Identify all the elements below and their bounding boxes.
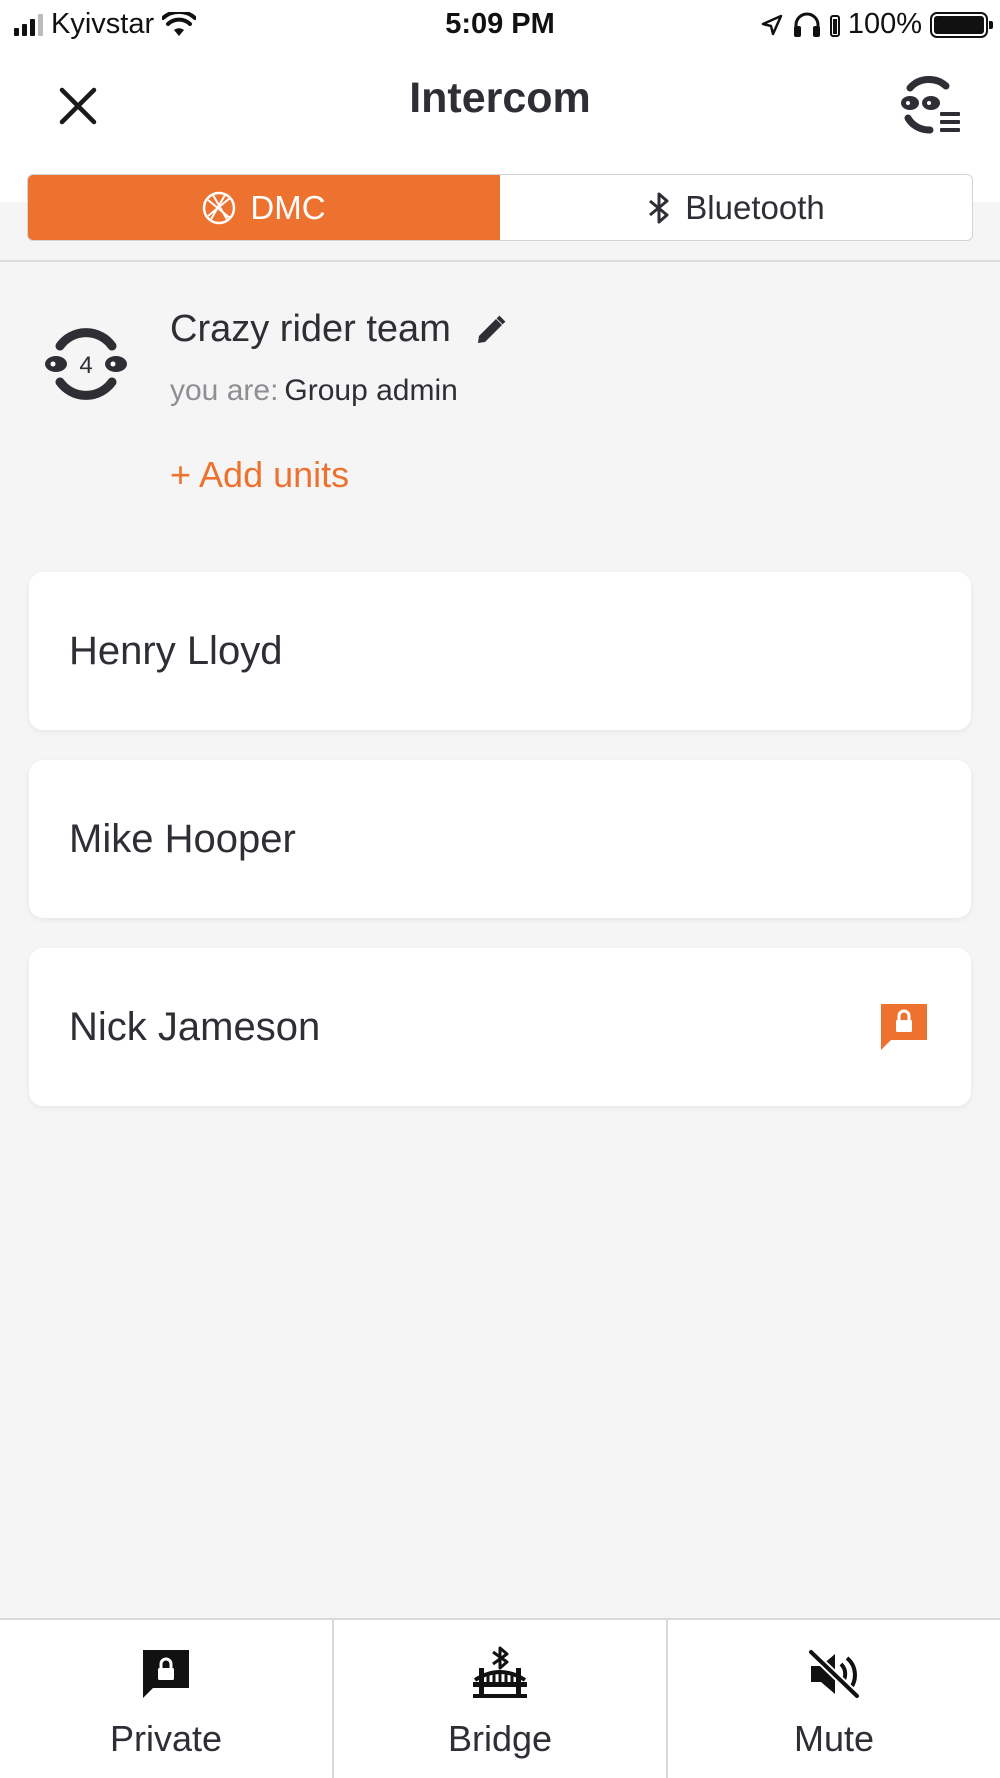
headphone-battery-icon xyxy=(829,14,840,37)
member-card[interactable]: Henry Lloyd xyxy=(29,572,971,730)
tab-bluetooth-label: Bluetooth xyxy=(685,188,825,226)
role-value: Group admin xyxy=(284,374,458,407)
headphones-icon xyxy=(793,12,820,37)
bottom-action-bar: Private Bridge Mute xyxy=(0,1618,1000,1778)
bridge-label: Bridge xyxy=(447,1718,553,1759)
group-name-row: Crazy rider team xyxy=(170,308,509,351)
member-name: Henry Lloyd xyxy=(69,628,283,673)
bridge-button[interactable]: Bridge xyxy=(332,1620,666,1778)
header: Intercom DMC Bluetooth xyxy=(0,52,1000,241)
role-row: you are: Group admin xyxy=(170,374,458,408)
role-label: you are: xyxy=(170,374,279,407)
private-chat-icon xyxy=(881,1004,927,1050)
private-chat-icon xyxy=(143,1650,189,1698)
status-bar: Kyivstar 5:09 PM 100% xyxy=(0,0,1000,52)
status-right: 100% xyxy=(760,8,993,41)
edit-group-name-button[interactable] xyxy=(473,312,509,348)
page-title: Intercom xyxy=(409,74,591,122)
tab-dmc-label: DMC xyxy=(250,188,326,226)
bluetooth-icon xyxy=(649,192,669,223)
member-name: Nick Jameson xyxy=(69,1004,321,1049)
group-list-button[interactable] xyxy=(896,72,964,138)
member-card[interactable]: Mike Hooper xyxy=(29,760,971,918)
member-name: Mike Hooper xyxy=(69,816,296,861)
tab-dmc[interactable]: DMC xyxy=(28,175,500,240)
pencil-icon xyxy=(477,315,506,343)
group-name: Crazy rider team xyxy=(170,308,451,350)
battery-icon xyxy=(930,11,993,38)
battery-percent: 100% xyxy=(847,8,922,40)
group-icon: 4 xyxy=(45,328,127,400)
bluetooth-bridge-icon xyxy=(473,1646,527,1698)
private-button[interactable]: Private xyxy=(0,1620,332,1778)
location-arrow-icon xyxy=(761,14,783,35)
add-units-button[interactable]: + Add units xyxy=(170,454,349,496)
group-avatar: 4 xyxy=(44,322,128,406)
mute-speaker-icon xyxy=(808,1649,860,1699)
group-list-icon xyxy=(901,76,960,134)
mute-button[interactable]: Mute xyxy=(666,1620,1000,1778)
group-member-count: 4 xyxy=(79,352,92,379)
header-divider xyxy=(0,260,1000,262)
mute-label: Mute xyxy=(793,1718,875,1759)
connection-type-segmented-control: DMC Bluetooth xyxy=(27,174,973,241)
member-card[interactable]: Nick Jameson xyxy=(29,948,971,1106)
private-label: Private xyxy=(109,1718,223,1759)
tab-bluetooth[interactable]: Bluetooth xyxy=(500,175,972,240)
dmc-icon xyxy=(203,191,236,224)
